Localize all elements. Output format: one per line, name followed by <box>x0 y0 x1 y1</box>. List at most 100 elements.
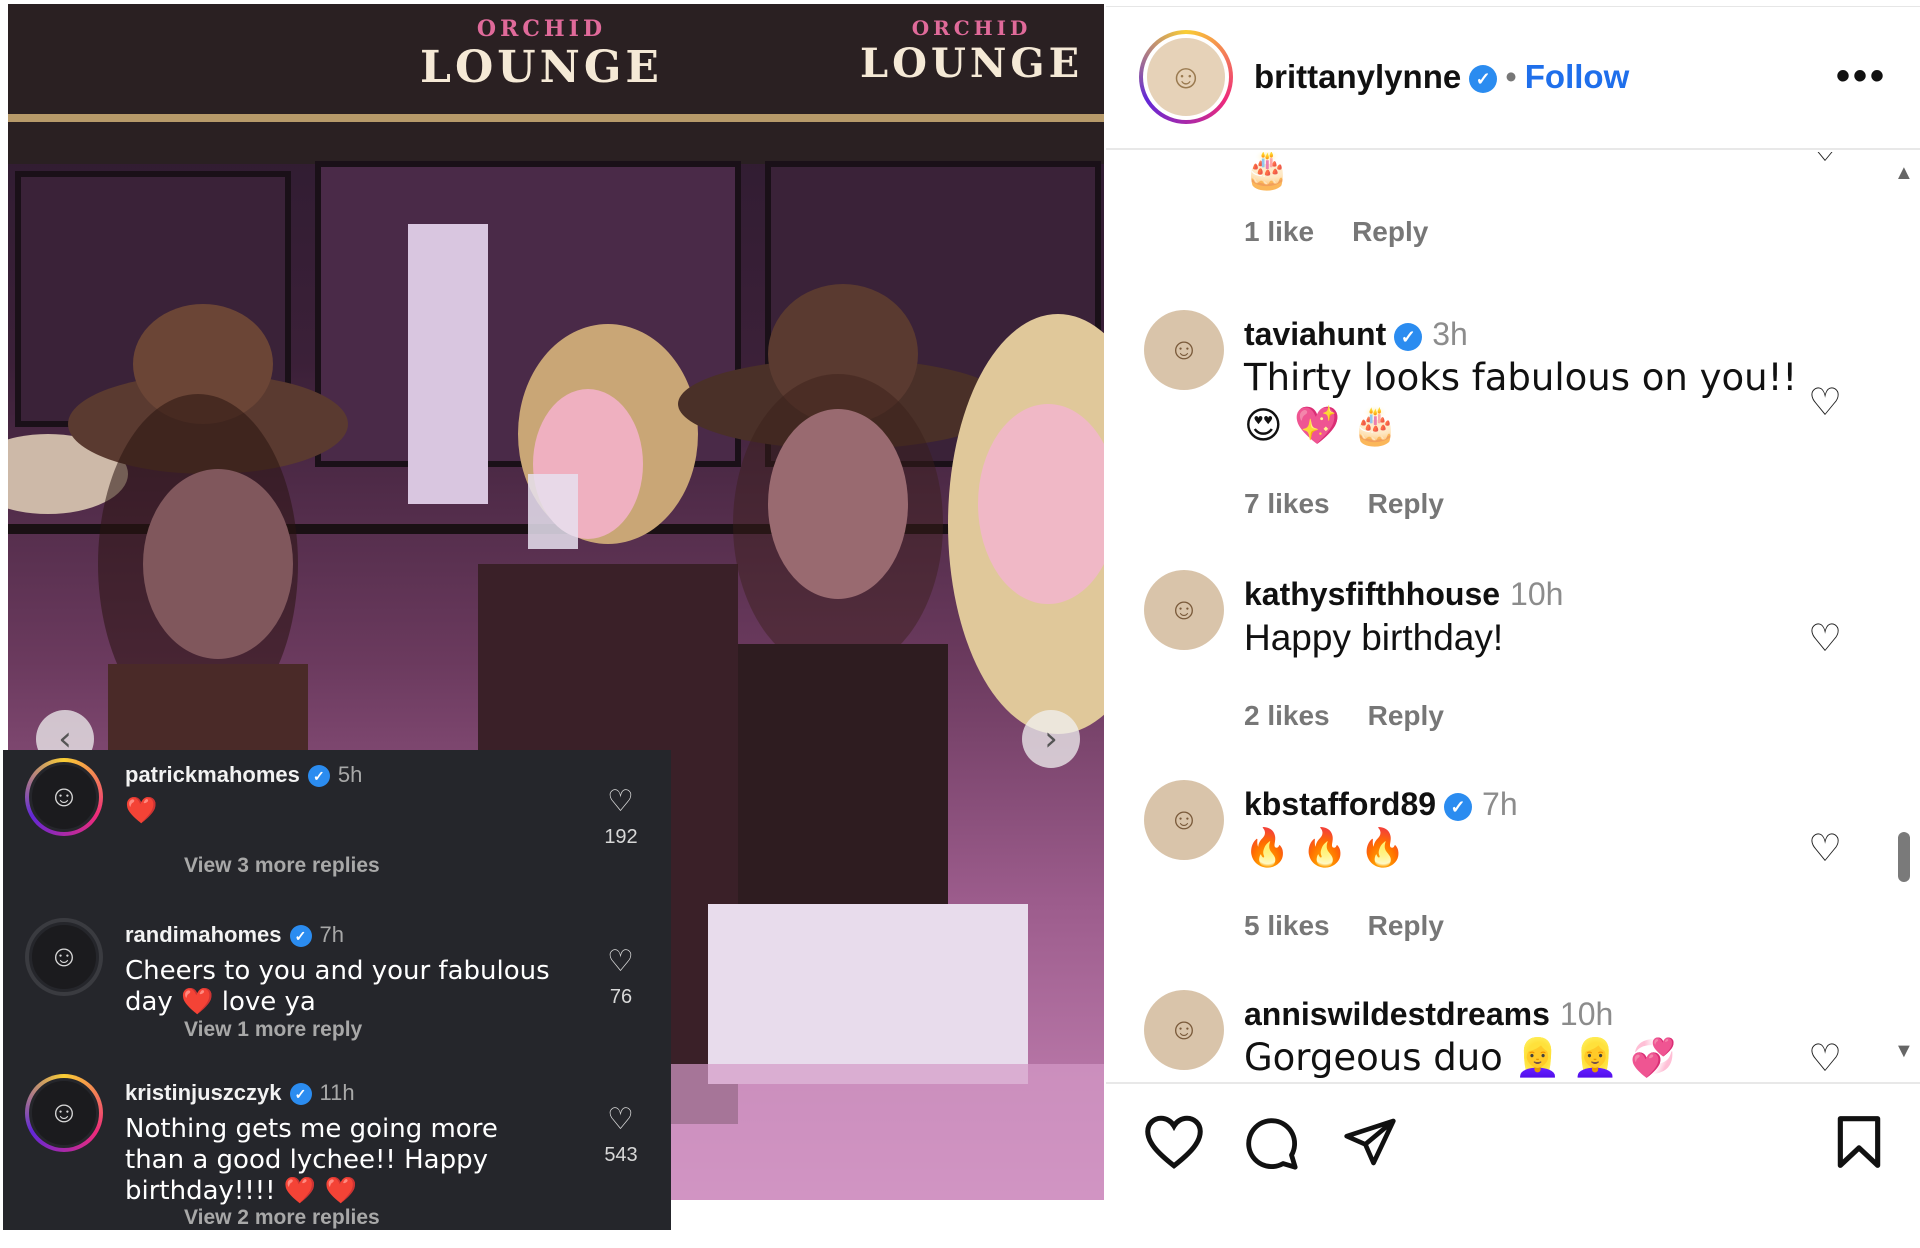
comment-header: kristinjuszczyk ✓ 11h <box>125 1080 355 1106</box>
heart-icon[interactable]: ♡ <box>1808 1036 1842 1081</box>
chevron-right-icon: › <box>1044 719 1058 759</box>
more-options-icon[interactable]: ••• <box>1836 54 1887 99</box>
comment-time: 7h <box>319 922 344 947</box>
sign-left: ORCHID LOUNGE <box>420 16 663 93</box>
person-icon: ☺ <box>1143 34 1229 120</box>
comment-time: 10h <box>1559 996 1614 1032</box>
person-icon: ☺ <box>29 922 99 992</box>
scroll-down-icon[interactable]: ▼ <box>1894 1040 1914 1063</box>
like-count[interactable]: 2 likes <box>1244 700 1330 731</box>
send-icon[interactable] <box>1342 1114 1398 1170</box>
avatar[interactable]: ☺ <box>1144 990 1224 1070</box>
verified-badge-icon: ✓ <box>1394 322 1423 351</box>
sign-lounge-text: LOUNGE <box>420 42 663 93</box>
verified-badge-icon: ✓ <box>1444 792 1473 821</box>
like-count[interactable]: 7 likes <box>1244 488 1330 519</box>
comment-header: taviahunt ✓ 3h <box>1244 316 1468 353</box>
comments-list: 🎂 ♡ 1 like Reply ☺ taviahunt ✓ 3h Thirty lo… <box>1106 152 1886 1082</box>
view-replies-link[interactable]: View 1 more reply <box>184 1018 362 1042</box>
comment-text: 🔥 🔥 🔥 <box>1244 826 1406 869</box>
heart-icon[interactable]: ♡ <box>1808 826 1842 871</box>
comment-text: Nothing gets me going more than a good l… <box>125 1114 498 1206</box>
comment-time: 3h <box>1432 316 1468 352</box>
verified-badge-icon: ✓ <box>289 1083 312 1106</box>
heart-icon[interactable]: ♡ <box>607 944 634 979</box>
avatar[interactable]: ☺ <box>25 758 103 836</box>
overlay-comments-panel: ☺ patrickmahomes ✓ 5h ❤️ ♡ 192 View 3 more… <box>3 750 671 1230</box>
comment-header: anniswildestdreams 10h <box>1244 996 1613 1033</box>
like-count: 76 <box>609 986 633 1008</box>
comment-text: 🎂 <box>1244 152 1291 191</box>
sign-right: ORCHID LOUNGE <box>860 16 1083 87</box>
verified-badge-icon: ✓ <box>289 925 312 948</box>
view-replies-link[interactable]: View 2 more replies <box>184 1206 380 1230</box>
sign-orchid-text: ORCHID <box>911 16 1032 40</box>
comment-time: 10h <box>1510 576 1564 612</box>
author-avatar[interactable]: ☺ <box>1139 30 1233 124</box>
like-count: 192 <box>604 826 638 848</box>
person-icon: ☺ <box>29 1078 99 1148</box>
post-actions <box>1106 1082 1920 1202</box>
view-replies-link[interactable]: View 3 more replies <box>184 854 380 878</box>
heart-icon[interactable]: ♡ <box>1808 616 1842 661</box>
comment-username[interactable]: taviahunt <box>1244 316 1386 352</box>
comment-icon[interactable] <box>1242 1114 1300 1172</box>
comment-text: Thirty looks fabulous on you!! 😍 💖 🎂 <box>1244 356 1798 447</box>
heart-icon[interactable]: ♡ <box>1808 380 1842 425</box>
scroll-up-icon[interactable]: ▲ <box>1894 162 1914 185</box>
author-line: brittanylynne ✓ • Follow <box>1254 58 1629 96</box>
divider <box>1106 6 1920 7</box>
comment-time: 7h <box>1482 786 1518 822</box>
comment-text: ❤️ <box>125 796 158 826</box>
comment-header: randimahomes ✓ 7h <box>125 922 344 948</box>
reply-button[interactable]: Reply <box>1368 910 1444 941</box>
avatar[interactable]: ☺ <box>1144 570 1224 650</box>
heart-icon[interactable]: ♡ <box>607 1102 634 1137</box>
heart-icon[interactable]: ♡ <box>1808 152 1842 171</box>
comment-meta: 2 likes Reply <box>1244 700 1482 732</box>
sign-orchid-text: ORCHID <box>476 16 607 42</box>
comment-username[interactable]: anniswildestdreams <box>1244 996 1550 1032</box>
separator: • <box>1505 58 1517 95</box>
comment-time: 5h <box>337 762 363 787</box>
post-header: ☺ brittanylynne ✓ • Follow ••• <box>1106 20 1920 150</box>
heart-icon[interactable]: ♡ <box>607 784 634 819</box>
author-username[interactable]: brittanylynne <box>1254 58 1461 95</box>
comment-meta: 1 like Reply <box>1244 216 1466 248</box>
comment-username[interactable]: patrickmahomes <box>125 762 300 787</box>
reply-button[interactable]: Reply <box>1368 488 1444 519</box>
follow-button[interactable]: Follow <box>1525 58 1629 95</box>
next-photo-button[interactable]: › <box>1022 710 1080 768</box>
comment-username[interactable]: kathysfifthhouse <box>1244 576 1500 612</box>
like-count[interactable]: 5 likes <box>1244 910 1330 941</box>
comment-header: kbstafford89 ✓ 7h <box>1244 786 1518 823</box>
sign-lounge-text: LOUNGE <box>860 40 1084 87</box>
avatar[interactable]: ☺ <box>1144 780 1224 860</box>
verified-badge-icon: ✓ <box>1469 65 1498 94</box>
comment-time: 11h <box>319 1080 355 1105</box>
heart-icon[interactable] <box>1144 1114 1204 1170</box>
comment-username[interactable]: kbstafford89 <box>1244 786 1436 822</box>
comment-text: Happy birthday! <box>1244 617 1504 658</box>
comment-header: patrickmahomes ✓ 5h <box>125 762 362 788</box>
reply-button[interactable]: Reply <box>1368 700 1444 731</box>
verified-badge-icon: ✓ <box>307 765 330 788</box>
like-count[interactable]: 1 like <box>1244 216 1314 247</box>
reply-button[interactable]: Reply <box>1352 216 1428 247</box>
comment-meta: 5 likes Reply <box>1244 910 1482 942</box>
avatar[interactable]: ☺ <box>25 1074 103 1152</box>
avatar[interactable]: ☺ <box>25 918 103 996</box>
bookmark-icon[interactable] <box>1834 1114 1884 1170</box>
person-icon: ☺ <box>29 762 99 832</box>
comment-meta: 7 likes Reply <box>1244 488 1482 520</box>
scrollbar[interactable]: ▲ ▼ <box>1892 152 1916 1072</box>
comment-text: Cheers to you and your fabulous day ❤️ l… <box>125 956 550 1017</box>
comment-username[interactable]: kristinjuszczyk <box>125 1080 282 1105</box>
avatar[interactable]: ☺ <box>1144 310 1224 390</box>
scrollbar-thumb[interactable] <box>1898 832 1910 882</box>
comment-header: kathysfifthhouse 10h <box>1244 576 1563 613</box>
comment-username[interactable]: randimahomes <box>125 922 282 947</box>
post-sidebar: ☺ brittanylynne✓•Follow ••• 🎂 ♡ 1 likeRe… <box>1106 0 1920 1200</box>
like-count: 543 <box>604 1144 638 1166</box>
comment-text: Gorgeous duo 👱‍♀️ 👱‍♀️ 💞 <box>1244 1036 1677 1079</box>
